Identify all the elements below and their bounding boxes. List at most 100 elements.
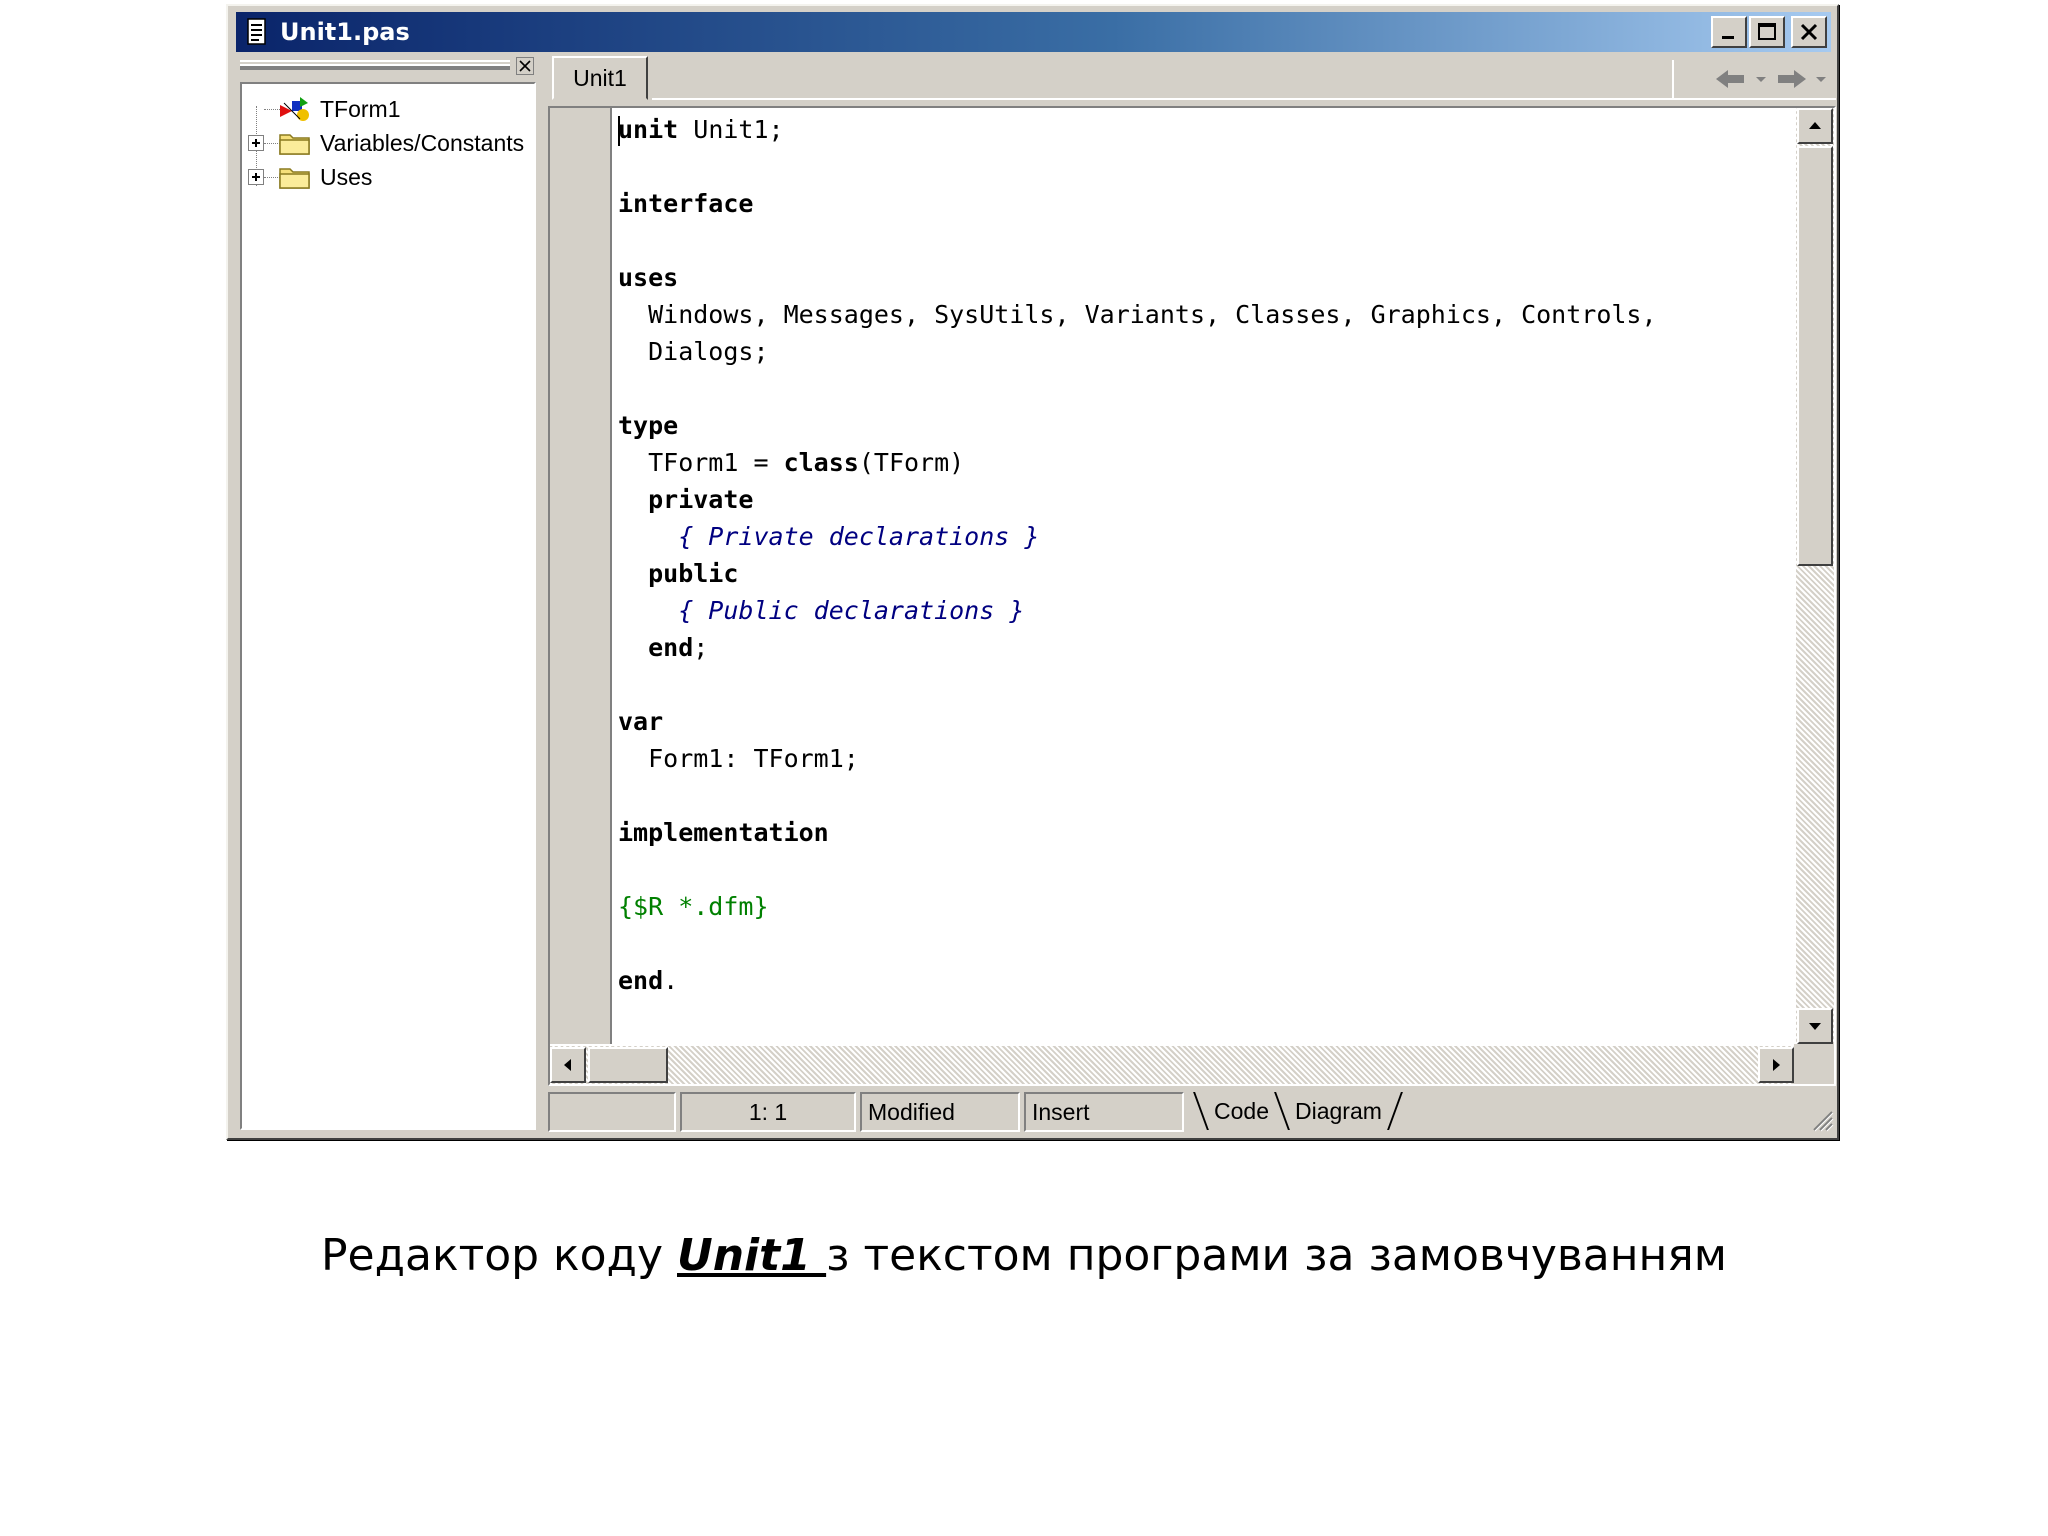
tab-divider — [652, 98, 1836, 100]
back-arrow-icon[interactable] — [1714, 67, 1748, 91]
horizontal-scrollbar[interactable] — [550, 1046, 1794, 1084]
title-bar[interactable]: Unit1.pas — [236, 12, 1831, 52]
slide-caption: Редактор коду Unit1 з текстом програми з… — [0, 1230, 2048, 1281]
code-line: private — [618, 482, 753, 518]
editor-window: Unit1.pas TForm1 Variables/Constants Use… — [226, 4, 1839, 1140]
form-icon — [278, 95, 312, 123]
code-line: { Private declarations } — [618, 519, 1039, 555]
code-keyword: unit — [618, 115, 679, 144]
caption-emphasis: Unit1 — [677, 1230, 827, 1281]
code-text-area[interactable]: unit Unit1; interface uses Windows, Messag… — [614, 112, 1794, 1044]
forward-arrow-icon[interactable] — [1774, 67, 1808, 91]
code-line: Dialogs; — [618, 334, 769, 370]
code-keyword: public — [618, 559, 739, 588]
code-explorer-tree: TForm1 Variables/Constants Uses — [240, 82, 536, 1130]
scroll-left-button[interactable] — [550, 1047, 586, 1083]
code-directive: {$R *.dfm} — [618, 892, 769, 921]
tab-code[interactable]: Code — [1208, 1094, 1275, 1128]
code-line: end. — [618, 963, 678, 999]
horizontal-scroll-thumb[interactable] — [588, 1047, 668, 1083]
code-line: Windows, Messages, SysUtils, Variants, C… — [618, 297, 1657, 333]
close-icon — [516, 57, 534, 75]
modified-indicator: Modified — [860, 1092, 1020, 1132]
minimize-icon — [1722, 36, 1734, 39]
cursor-position: 1: 1 — [680, 1092, 856, 1132]
insert-mode-indicator: Insert — [1024, 1092, 1184, 1132]
code-keyword: private — [618, 485, 754, 514]
code-keyword: var — [618, 707, 664, 736]
code-token: Dialogs; — [618, 337, 769, 366]
caption-text-after: з текстом програми за замовчуванням — [826, 1230, 1727, 1281]
scroll-right-button[interactable] — [1758, 1047, 1794, 1083]
close-button[interactable] — [1791, 16, 1827, 48]
code-line: interface — [618, 186, 753, 222]
code-comment: { Public declarations } — [618, 596, 1025, 625]
code-token: TForm1 = — [618, 448, 784, 477]
tab-diagram[interactable]: Diagram — [1289, 1094, 1388, 1128]
tree-item-label: Uses — [320, 163, 373, 190]
code-line: TForm1 = class(TForm) — [618, 445, 964, 481]
scroll-up-button[interactable] — [1797, 108, 1833, 144]
tab-unit1[interactable]: Unit1 — [552, 56, 648, 100]
code-comment: { Private declarations } — [618, 522, 1040, 551]
code-keyword: end — [618, 633, 694, 662]
code-keyword: implementation — [618, 818, 829, 847]
resize-grip-icon[interactable] — [1808, 1106, 1834, 1132]
code-keyword: class — [783, 448, 859, 477]
close-icon — [1800, 23, 1818, 41]
code-keyword: uses — [618, 263, 679, 292]
panel-grip[interactable] — [240, 60, 510, 70]
status-bar: 1: 1 Modified Insert Code Diagram — [548, 1090, 1836, 1134]
expand-plus-icon[interactable] — [248, 169, 264, 185]
code-token: Unit1; — [678, 115, 784, 144]
caption-text-before: Редактор коду — [321, 1230, 677, 1281]
code-keyword: end — [618, 966, 664, 995]
folder-icon — [278, 129, 312, 157]
code-explorer-panel: TForm1 Variables/Constants Uses — [238, 56, 540, 1132]
expand-plus-icon[interactable] — [248, 135, 264, 151]
code-token: (TForm) — [858, 448, 965, 477]
editor-gutter[interactable] — [550, 108, 612, 1044]
scroll-down-button[interactable] — [1797, 1008, 1833, 1044]
window-title: Unit1.pas — [280, 18, 410, 46]
status-cell-empty — [548, 1092, 676, 1132]
tree-item-label: TForm1 — [320, 95, 401, 122]
vertical-scrollbar[interactable] — [1796, 108, 1834, 1044]
code-line: uses — [618, 260, 678, 296]
code-line: Form1: TForm1; — [618, 741, 859, 777]
arrow-right-icon — [1773, 1059, 1780, 1071]
tab-edge — [1194, 1094, 1208, 1128]
document-icon — [246, 18, 268, 46]
code-line: end; — [618, 630, 708, 666]
folder-icon — [278, 163, 312, 191]
code-editor: unit Unit1; interface uses Windows, Messag… — [548, 106, 1836, 1086]
code-line: { Public declarations } — [618, 593, 1024, 629]
back-dropdown-icon[interactable] — [1754, 74, 1768, 84]
code-line: unit Unit1; — [618, 112, 784, 148]
code-keyword: type — [618, 411, 679, 440]
forward-dropdown-icon[interactable] — [1814, 74, 1828, 84]
code-token: Form1: TForm1; — [618, 744, 859, 773]
code-token: ; — [693, 633, 709, 662]
arrow-left-icon — [564, 1059, 571, 1071]
code-line: public — [618, 556, 738, 592]
arrow-down-icon — [1809, 1023, 1821, 1030]
vertical-scroll-thumb[interactable] — [1797, 146, 1833, 566]
maximize-button[interactable] — [1749, 16, 1785, 48]
scrollbar-corner — [1794, 1044, 1834, 1084]
code-line: {$R *.dfm} — [618, 889, 769, 925]
navigation-arrows — [1672, 60, 1832, 98]
panel-close-button[interactable] — [514, 56, 536, 76]
code-line: type — [618, 408, 678, 444]
tab-edge — [1275, 1094, 1289, 1128]
tree-item-label: Variables/Constants — [320, 129, 525, 156]
code-keyword: interface — [618, 189, 754, 218]
minimize-button[interactable] — [1711, 16, 1747, 48]
arrow-up-icon — [1809, 122, 1821, 129]
code-token: Windows, Messages, SysUtils, Variants, C… — [618, 300, 1657, 329]
code-line: implementation — [618, 815, 829, 851]
editor-tabbar: Unit1 — [548, 52, 1836, 100]
tab-edge — [1388, 1094, 1402, 1128]
code-token: . — [663, 966, 679, 995]
code-line: var — [618, 704, 663, 740]
